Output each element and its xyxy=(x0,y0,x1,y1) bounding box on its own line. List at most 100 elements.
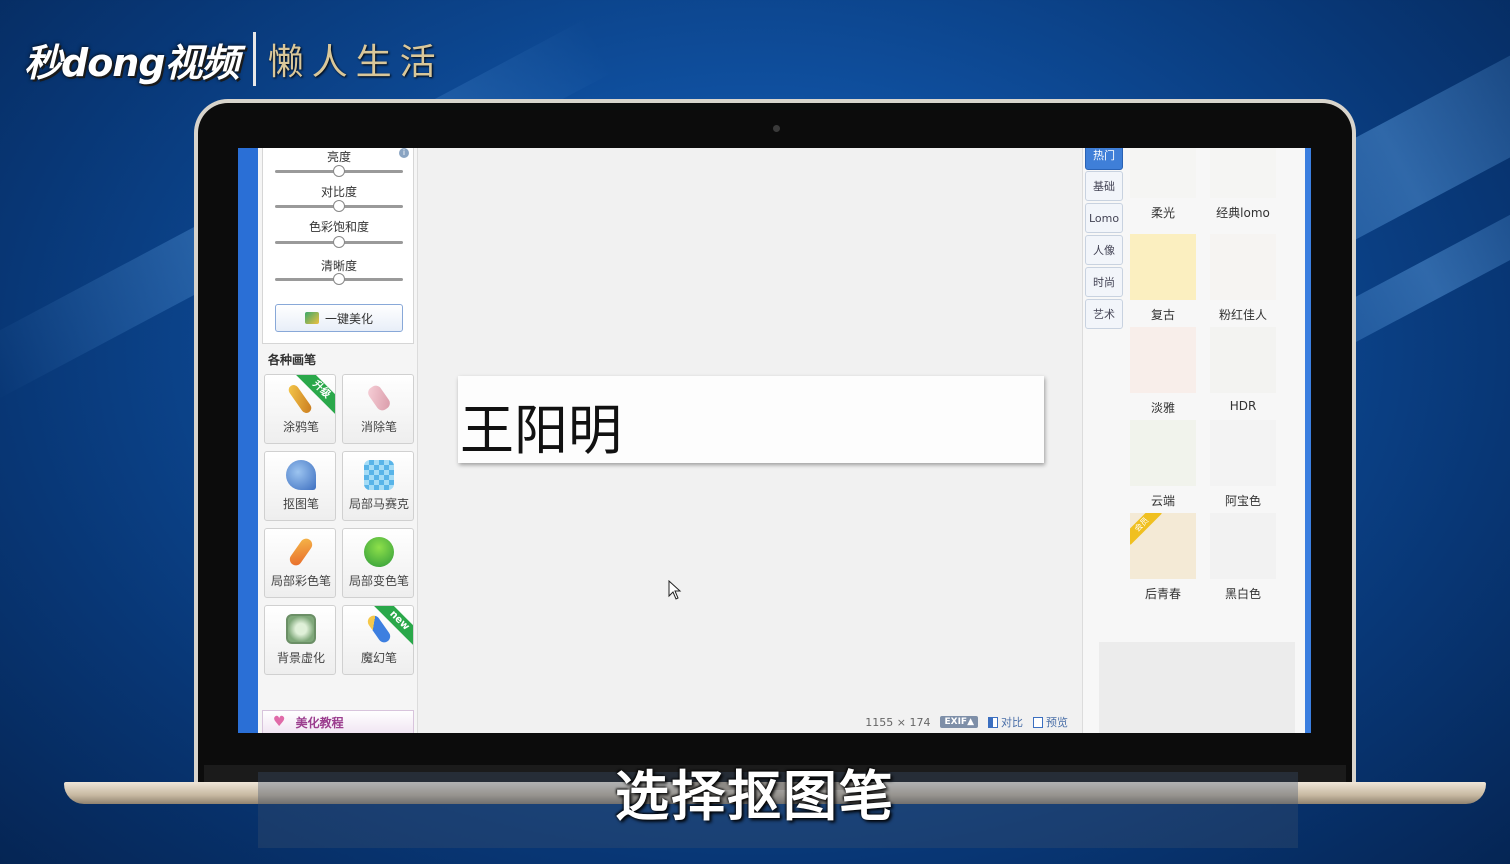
edited-image[interactable]: 王阳明 xyxy=(458,376,1044,463)
brush-background-blur[interactable]: 背景虚化 xyxy=(264,605,336,675)
filter-thumbnail[interactable] xyxy=(1210,420,1276,486)
filter-item[interactable]: 淡雅 xyxy=(1127,327,1199,416)
filter-label: HDR xyxy=(1229,399,1257,413)
beautify-tutorial-link[interactable]: ♥ 美化教程 xyxy=(262,710,414,733)
filter-item[interactable]: 柔光 xyxy=(1127,148,1199,221)
preview-button[interactable]: 预览 xyxy=(1033,714,1068,730)
slider-label: 色彩饱和度 xyxy=(308,220,369,234)
slider-knob[interactable] xyxy=(333,236,345,248)
brand-divider xyxy=(252,32,256,86)
exif-button[interactable]: EXIF▲ xyxy=(940,716,978,728)
image-dimensions: 1155 × 174 xyxy=(865,715,931,729)
filter-item[interactable]: 经典lomo xyxy=(1207,148,1279,221)
effects-panel: 热门 基础 Lomo 人像 时尚 艺术 柔光 经典lomo 复古 粉红佳人淡雅 HDR 云… xyxy=(1082,148,1311,733)
brush-label: 局部彩色笔 xyxy=(270,574,331,588)
brush-label: 涂鸦笔 xyxy=(282,420,319,434)
filter-label: 云端 xyxy=(1150,494,1175,508)
slider-label: 亮度 xyxy=(326,150,351,164)
slider-track[interactable] xyxy=(275,273,403,285)
video-subtitle: 选择抠图笔 xyxy=(615,765,895,828)
ad-placeholder xyxy=(1099,642,1295,733)
filter-label: 经典lomo xyxy=(1216,206,1270,220)
tab-portrait[interactable]: 人像 xyxy=(1085,235,1123,265)
brush-magic-pen[interactable]: new 魔幻笔 xyxy=(342,605,414,675)
filter-item[interactable]: 阿宝色 xyxy=(1207,420,1279,509)
brush-label: 背景虚化 xyxy=(276,651,325,665)
brand-logo: 秒dong视频 xyxy=(24,40,240,85)
compare-icon xyxy=(988,716,998,728)
compare-button[interactable]: 对比 xyxy=(988,714,1023,730)
mouse-cursor-icon xyxy=(668,580,682,600)
beautify-icon xyxy=(304,312,319,324)
tab-fashion[interactable]: 时尚 xyxy=(1085,267,1123,297)
filter-item[interactable]: 会员后青春 xyxy=(1127,513,1199,602)
filter-thumbnail[interactable] xyxy=(1210,148,1276,198)
app-left-edge xyxy=(238,148,258,733)
filter-thumbnail[interactable] xyxy=(1130,234,1196,300)
brand: 秒dong视频 懒人生活 xyxy=(24,28,444,90)
filter-item[interactable]: 粉红佳人 xyxy=(1207,234,1279,323)
left-panel: i 亮度 对比度 色彩饱和度 清晰度 一键美化 各种画笔 升级 涂鸦笔 消除笔 … xyxy=(258,148,418,733)
slider-track[interactable] xyxy=(275,236,403,248)
slider-knob[interactable] xyxy=(333,273,345,285)
adjust-box: i 亮度 对比度 色彩饱和度 清晰度 一键美化 xyxy=(262,148,414,344)
brush-label: 局部变色笔 xyxy=(348,574,409,588)
brush-cutout-pen[interactable]: 抠图笔 xyxy=(264,451,336,521)
slider-knob[interactable] xyxy=(333,165,345,177)
brush-label: 消除笔 xyxy=(360,420,397,434)
blur-bg-icon xyxy=(286,614,316,644)
vip-badge: 会员 xyxy=(1130,513,1162,545)
filter-thumbnail[interactable] xyxy=(1210,513,1276,579)
one-key-beautify-label: 一键美化 xyxy=(324,311,373,326)
screen: i 亮度 对比度 色彩饱和度 清晰度 一键美化 各种画笔 升级 涂鸦笔 消除笔 … xyxy=(238,148,1311,733)
tab-basic[interactable]: 基础 xyxy=(1085,171,1123,201)
filter-thumbnail[interactable] xyxy=(1210,234,1276,300)
slider-label: 清晰度 xyxy=(320,259,357,273)
slider-knob[interactable] xyxy=(333,200,345,212)
brush-label: 局部马赛克 xyxy=(348,497,409,511)
filter-thumbnail[interactable] xyxy=(1130,148,1196,198)
paint-bucket-icon xyxy=(364,537,394,567)
status-bar: 1155 × 174 EXIF▲ 对比 预览 xyxy=(418,711,1082,733)
tab-art[interactable]: 艺术 xyxy=(1085,299,1123,329)
filter-thumbnail[interactable] xyxy=(1210,327,1276,393)
filter-label: 粉红佳人 xyxy=(1218,308,1267,322)
image-text: 王阳明 xyxy=(460,399,622,462)
slider-track[interactable] xyxy=(275,200,403,212)
filter-item[interactable]: HDR xyxy=(1207,327,1279,413)
webcam xyxy=(773,125,780,132)
filter-item[interactable]: 复古 xyxy=(1127,234,1199,323)
brush-label: 抠图笔 xyxy=(282,497,319,511)
tutorial-label: 美化教程 xyxy=(295,715,344,730)
brush-local-color[interactable]: 局部彩色笔 xyxy=(264,528,336,598)
filter-label: 阿宝色 xyxy=(1224,494,1261,508)
filter-thumbnail[interactable] xyxy=(1130,420,1196,486)
tab-lomo[interactable]: Lomo xyxy=(1085,203,1123,233)
brush-label: 魔幻笔 xyxy=(360,651,397,665)
one-key-beautify-button[interactable]: 一键美化 xyxy=(275,304,403,332)
eraser-icon xyxy=(365,383,393,413)
mosaic-icon xyxy=(364,460,394,490)
cutout-pen-icon xyxy=(286,460,316,490)
brush-doodle-pen[interactable]: 升级 涂鸦笔 xyxy=(264,374,336,444)
brand-slogan: 懒人生活 xyxy=(267,42,444,83)
filter-item[interactable]: 云端 xyxy=(1127,420,1199,509)
app-right-edge xyxy=(1305,148,1311,733)
filter-label: 黑白色 xyxy=(1224,587,1261,601)
filter-label: 柔光 xyxy=(1150,206,1175,220)
filter-thumbnail[interactable]: 会员 xyxy=(1130,513,1196,579)
preview-icon xyxy=(1033,716,1043,728)
slider-track[interactable] xyxy=(275,165,403,177)
filter-label: 后青春 xyxy=(1144,587,1181,601)
brushes-title: 各种画笔 xyxy=(268,353,317,367)
brush-eraser-pen[interactable]: 消除笔 xyxy=(342,374,414,444)
filter-thumbnail[interactable] xyxy=(1130,327,1196,393)
brush-local-mosaic[interactable]: 局部马赛克 xyxy=(342,451,414,521)
filter-label: 淡雅 xyxy=(1150,401,1175,415)
color-brush-icon xyxy=(287,536,315,568)
filter-item[interactable]: 黑白色 xyxy=(1207,513,1279,602)
tab-hot[interactable]: 热门 xyxy=(1085,148,1123,170)
brush-local-recolor[interactable]: 局部变色笔 xyxy=(342,528,414,598)
image-canvas[interactable]: 王阳明 1155 × 174 EXIF▲ 对比 预览 xyxy=(418,148,1082,733)
compare-label: 对比 xyxy=(1001,716,1023,729)
